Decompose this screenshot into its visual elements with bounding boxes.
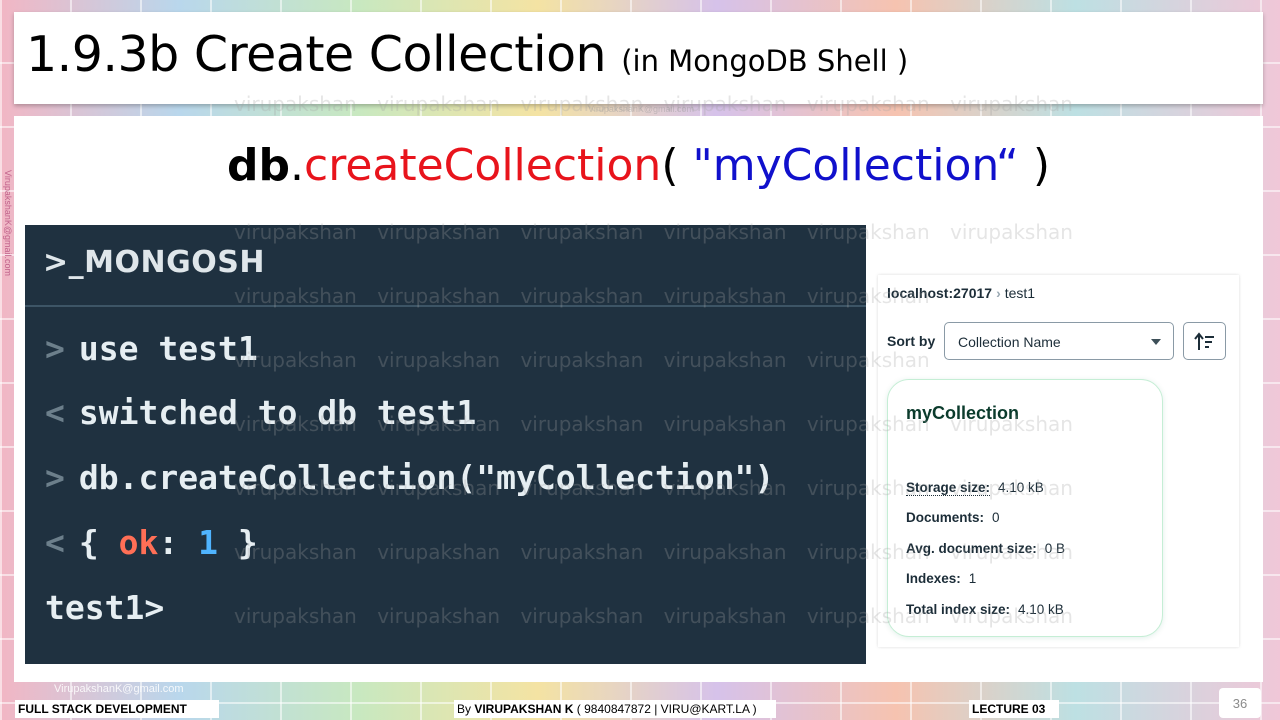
collection-name: myCollection: [906, 403, 1020, 423]
stat-label: Avg. document size:: [906, 541, 1037, 556]
stat-value: 1: [968, 571, 977, 586]
prompt-chevron-icon: >: [45, 329, 65, 368]
footer-author: By VIRUPAKSHAN K ( 9840847872 | VIRU@KAR…: [454, 700, 776, 718]
terminal-line-text: use test1: [78, 329, 258, 368]
output-chevron-icon: <: [45, 523, 65, 562]
sort-label: Sort by: [887, 333, 936, 349]
stat-label: Total index size:: [906, 602, 1011, 617]
terminal-line: < { ok: 1 }: [45, 523, 258, 562]
command-open-paren: (: [661, 140, 693, 191]
chevron-right-icon: ›: [996, 285, 1001, 301]
terminal-prompt[interactable]: test1>: [45, 588, 164, 627]
sort-select-value: Collection Name: [958, 334, 1061, 350]
compass-collections-panel: localhost:27017 › test1 Sort by Collection…: [878, 275, 1239, 647]
footer-author-name: VIRUPAKSHAN K: [474, 702, 574, 716]
caret-down-icon: [1151, 339, 1161, 345]
stat-value: 4.10 kB: [1018, 602, 1064, 617]
footer-email: VirupakshanK@gmail.com: [54, 683, 184, 695]
slide-title-text: 1.9.3b Create Collection: [26, 26, 607, 83]
command-close-paren: ): [1018, 140, 1050, 191]
stat-label: Storage size:: [906, 480, 991, 496]
sort-select[interactable]: Collection Name: [944, 322, 1174, 360]
terminal-header: >_MONGOSH: [43, 245, 265, 280]
collection-card[interactable]: myCollection Storage size: 4.10 kB Docume…: [887, 379, 1163, 637]
slide-title-bar: 1.9.3b Create Collection (in MongoDB She…: [14, 12, 1263, 104]
breadcrumb-db[interactable]: test1: [1005, 285, 1035, 301]
sort-direction-button[interactable]: [1183, 322, 1226, 360]
terminal-line: > db.createCollection("myCollection"): [45, 458, 774, 497]
stat-avg-document-size: Avg. document size: 0 B: [906, 541, 1065, 556]
command-heading: db.createCollection( "myCollection“ ): [14, 140, 1263, 191]
terminal-line: < switched to db test1: [45, 393, 476, 432]
terminal-line-text: db.createCollection("myCollection"): [78, 458, 775, 497]
command-dot: .: [290, 140, 304, 191]
stat-label: Indexes:: [906, 571, 961, 586]
command-argument: "myCollection“: [692, 140, 1019, 191]
footer-author-contact: ( 9840847872 | VIRU@KART.LA ): [573, 702, 757, 716]
breadcrumb: localhost:27017 › test1: [887, 285, 1035, 301]
footer-lecture: LECTURE 03: [969, 700, 1059, 718]
stat-documents: Documents: 0: [906, 510, 1000, 525]
terminal-divider: [25, 305, 866, 307]
stat-value: 0: [992, 510, 1000, 525]
command-db: db: [227, 140, 290, 191]
result-close-brace: }: [218, 523, 258, 562]
stat-indexes: Indexes: 1: [906, 571, 976, 586]
stat-value: 4.10 kB: [998, 480, 1044, 495]
prompt-chevron-icon: >: [45, 458, 65, 497]
page-number: 36: [1219, 688, 1261, 718]
result-colon: :: [158, 523, 199, 562]
command-method: createCollection: [304, 140, 662, 191]
side-email: VirupakshanK@gmail.com: [3, 170, 13, 277]
slide-title: 1.9.3b Create Collection (in MongoDB She…: [26, 26, 908, 83]
slide-title-note: (in MongoDB Shell ): [621, 44, 909, 78]
terminal-line-text: switched to db test1: [78, 393, 477, 432]
stat-label: Documents:: [906, 510, 985, 525]
stat-value: 0 B: [1044, 541, 1066, 556]
sort-ascending-icon: [1194, 332, 1214, 350]
stat-total-index-size: Total index size: 4.10 kB: [906, 602, 1064, 617]
stat-storage-size: Storage size: 4.10 kB: [906, 480, 1044, 496]
result-open-brace: {: [78, 523, 119, 562]
footer-author-prefix: By: [457, 702, 475, 716]
result-value: 1: [198, 523, 218, 562]
terminal-line: > use test1: [45, 329, 258, 368]
footer-course: FULL STACK DEVELOPMENT: [15, 700, 219, 718]
footer-email-right: VirupakshanK@gmail.com: [1126, 668, 1256, 680]
terminal-prompt-text: test1>: [45, 588, 165, 627]
result-key: ok: [118, 523, 159, 562]
watermark-email: VirupakshanK@gmail.com: [588, 104, 695, 114]
mongosh-terminal: >_MONGOSH > use test1 < switched to db tes…: [25, 225, 866, 664]
output-chevron-icon: <: [45, 393, 65, 432]
breadcrumb-host[interactable]: localhost:27017: [887, 285, 992, 301]
